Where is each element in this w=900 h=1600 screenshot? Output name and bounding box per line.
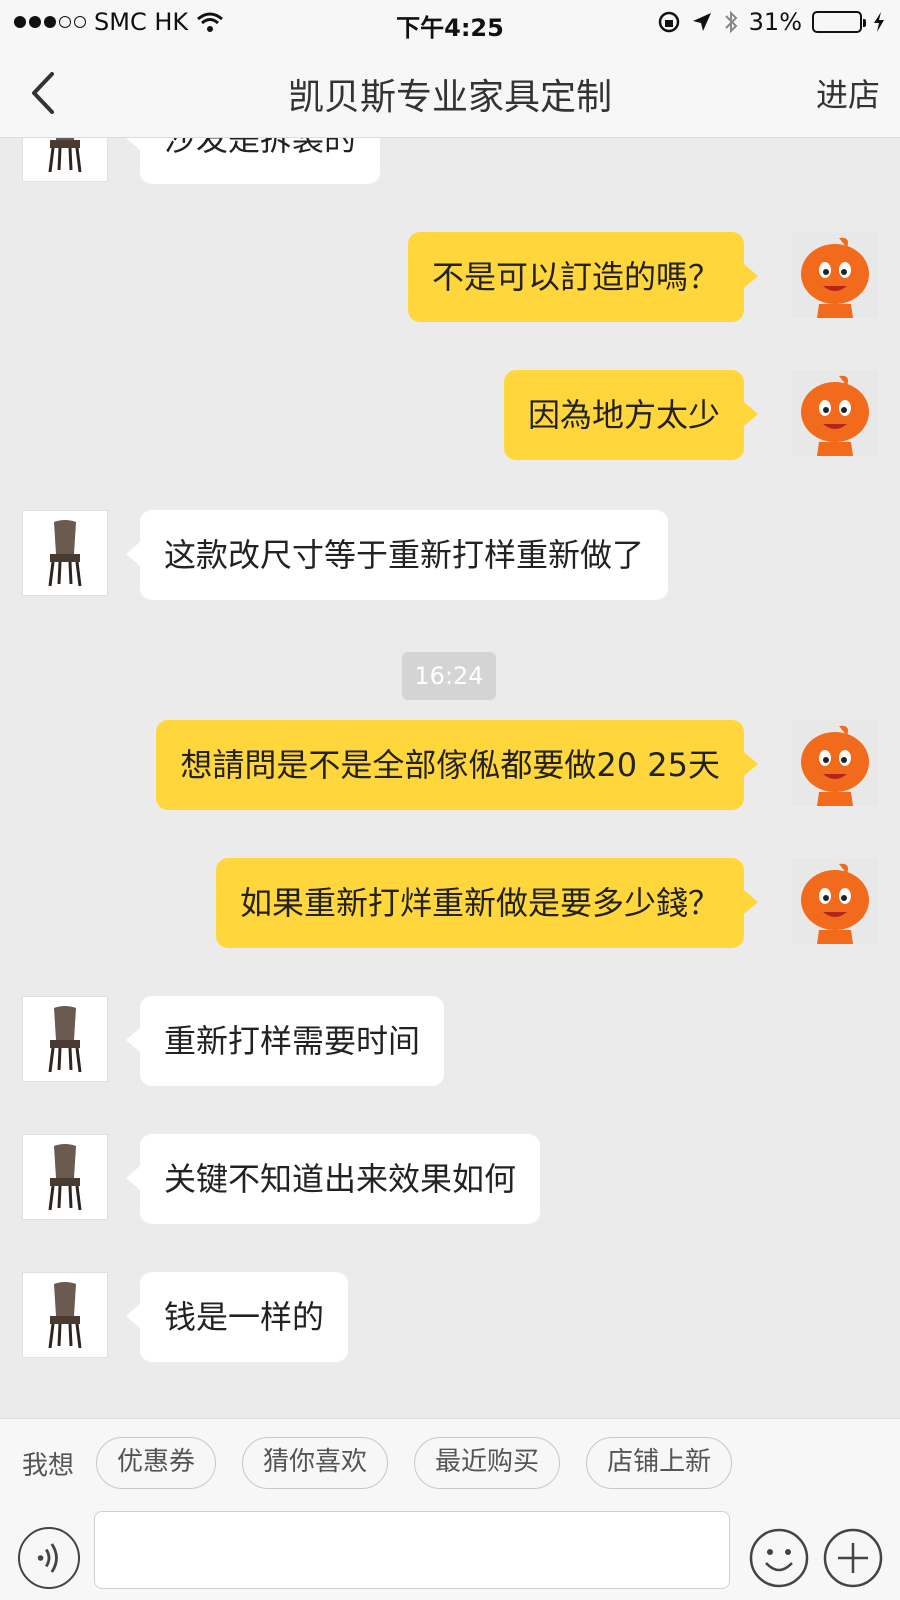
voice-icon[interactable] (18, 1527, 80, 1589)
navigation-bar: 凯贝斯专业家具定制 进店 (0, 50, 900, 136)
taobao-mascot-icon (801, 725, 869, 806)
location-icon (692, 13, 711, 31)
taobao-mascot-icon (801, 375, 869, 456)
incoming-message[interactable]: 重新打样需要时间 (125, 996, 445, 1086)
quick-reply-bar: 我想 优惠券 猜你喜欢 最近购买 店铺上新 (22, 1437, 733, 1489)
orientation-lock-icon (658, 11, 679, 33)
top-bar: SMC HK 下午4:25 31% 凯贝斯专业家具定制 进店 (0, 0, 900, 138)
taobao-mascot-icon (801, 863, 869, 944)
user-avatar[interactable] (792, 858, 878, 944)
quick-reply-coupon[interactable]: 优惠券 (96, 1437, 217, 1489)
bluetooth-icon (724, 10, 738, 34)
outgoing-message[interactable]: 如果重新打烊重新做是要多少錢？ (215, 858, 759, 948)
quick-reply-recent-purchases[interactable]: 最近购买 (414, 1437, 561, 1489)
battery-icon (812, 11, 866, 33)
incoming-message[interactable]: 关键不知道出来效果如何 (125, 1134, 541, 1224)
chat-area[interactable]: 沙发是拆装的 不是可以訂造的嗎？ 因為地方太少 这款改尺寸等于重新打样重新做了 … (0, 138, 900, 1418)
user-avatar[interactable] (792, 232, 878, 318)
quick-reply-new-arrivals[interactable]: 店铺上新 (586, 1437, 733, 1489)
seller-avatar[interactable] (22, 1272, 108, 1358)
page-title: 凯贝斯专业家具定制 (287, 77, 612, 118)
incoming-message[interactable]: 钱是一样的 (125, 1272, 349, 1362)
outgoing-message[interactable]: 因為地方太少 (503, 370, 759, 460)
seller-avatar[interactable] (22, 1134, 108, 1220)
message-input[interactable] (94, 1511, 730, 1589)
user-avatar[interactable] (792, 370, 878, 456)
chair-icon (48, 1006, 82, 1073)
user-avatar[interactable] (792, 720, 878, 806)
seller-avatar[interactable] (22, 510, 108, 596)
incoming-message[interactable]: 沙发是拆装的 (125, 138, 381, 184)
quick-reply-label: 我想 (22, 1450, 75, 1481)
incoming-message[interactable]: 这款改尺寸等于重新打样重新做了 (125, 510, 669, 600)
seller-avatar[interactable] (22, 996, 108, 1082)
input-bar: 我想 优惠券 猜你喜欢 最近购买 店铺上新 (0, 1418, 900, 1600)
message-timestamp: 16:24 (402, 652, 496, 700)
chair-icon (48, 520, 82, 587)
status-right: 31% (657, 8, 886, 36)
enter-store-button[interactable]: 进店 (816, 70, 880, 116)
chair-icon (48, 1282, 82, 1349)
chair-icon (48, 1144, 82, 1211)
quick-reply-guess-you-like[interactable]: 猜你喜欢 (242, 1437, 389, 1489)
chair-icon (48, 138, 82, 173)
status-bar: SMC HK 下午4:25 31% (0, 0, 900, 44)
outgoing-message[interactable]: 想請問是不是全部傢俬都要做20 25天 (156, 720, 758, 810)
charging-icon (874, 12, 884, 32)
battery-percent: 31% (748, 8, 802, 36)
emoji-icon[interactable] (748, 1527, 810, 1589)
taobao-mascot-icon (801, 237, 869, 318)
outgoing-message[interactable]: 不是可以訂造的嗎？ (407, 232, 759, 322)
seller-avatar[interactable] (22, 138, 108, 182)
plus-icon[interactable] (822, 1527, 884, 1589)
